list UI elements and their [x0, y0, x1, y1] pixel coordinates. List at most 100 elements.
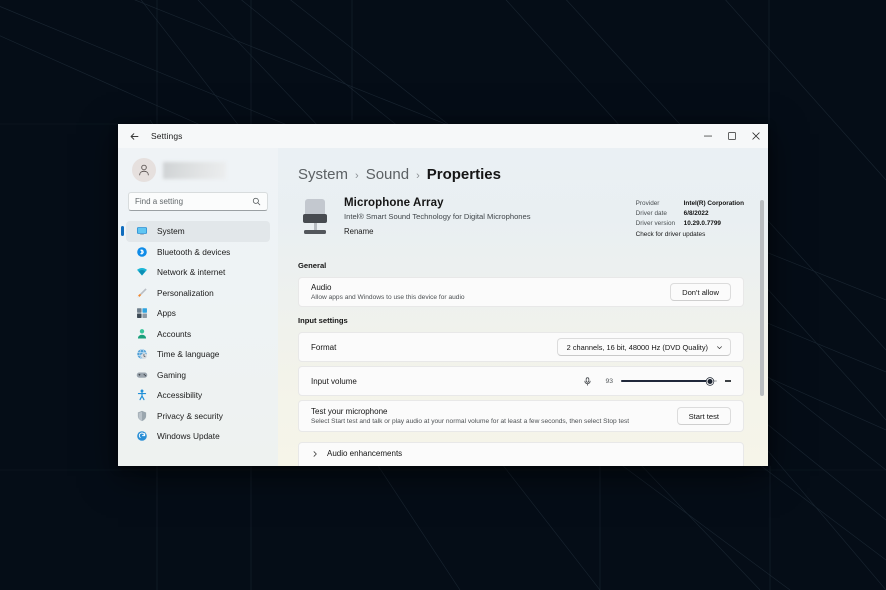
desk-microphone-icon [298, 198, 332, 242]
desktop-background: Settings Find a setting System Bluetooth… [0, 0, 886, 590]
sidebar-item-label: Network & internet [157, 267, 226, 278]
format-title: Format [311, 342, 337, 352]
sidebar-item-accounts[interactable]: Accounts [126, 324, 270, 345]
window-body: System Bluetooth & devices Network & int… [118, 148, 768, 466]
sidebar-item-label: Personalization [157, 287, 214, 298]
input-volume-title: Input volume [311, 376, 357, 386]
slider-thumb[interactable] [706, 377, 714, 385]
device-header: Microphone Array Intel® Smart Sound Tech… [298, 197, 744, 258]
sidebar-item-gaming[interactable]: Gaming [126, 365, 270, 386]
format-card: Format 2 channels, 16 bit, 48000 Hz (DVD… [298, 332, 744, 362]
audio-setting-action: Don't allow [670, 283, 731, 301]
dont-allow-button[interactable]: Don't allow [670, 283, 731, 301]
scrollbar-thumb[interactable] [760, 200, 764, 396]
input-volume-value: 93 [605, 377, 613, 385]
rename-link[interactable]: Rename [344, 227, 373, 236]
breadcrumb-sound[interactable]: Sound [366, 166, 409, 183]
maximize-button[interactable] [720, 124, 744, 148]
sidebar: System Bluetooth & devices Network & int… [118, 148, 278, 466]
format-action: 2 channels, 16 bit, 48000 Hz (DVD Qualit… [556, 338, 731, 356]
input-volume-text: Input volume [311, 377, 583, 386]
breadcrumb-system[interactable]: System [298, 166, 348, 183]
sidebar-item-label: System [157, 226, 185, 237]
format-text: Format [311, 343, 557, 352]
close-button[interactable] [744, 124, 768, 148]
test-microphone-subtitle: Select Start test and talk or play audio… [311, 418, 630, 425]
display-monitor-icon [136, 225, 148, 237]
sidebar-item-label: Accessibility [157, 390, 203, 401]
sidebar-item-network-internet[interactable]: Network & internet [126, 262, 270, 283]
chevron-right-icon [313, 451, 317, 457]
apps-grid-icon [136, 307, 148, 319]
audio-setting-card: Audio Allow apps and Windows to use this… [298, 277, 744, 307]
check-driver-updates-link[interactable]: Check for driver updates [636, 230, 744, 240]
sidebar-item-label: Privacy & security [157, 410, 223, 421]
breadcrumb: System › Sound › Properties [298, 148, 744, 197]
sidebar-item-bluetooth-devices[interactable]: Bluetooth & devices [126, 242, 270, 263]
sidebar-item-system[interactable]: System [121, 221, 270, 242]
microphone-icon[interactable] [583, 376, 592, 386]
search-input[interactable] [135, 197, 252, 206]
format-dropdown[interactable]: 2 channels, 16 bit, 48000 Hz (DVD Qualit… [556, 338, 731, 356]
avatar [132, 158, 156, 182]
search-box[interactable] [128, 192, 268, 211]
slider-fill [621, 380, 711, 382]
audio-enhancements-title: Audio enhancements [327, 449, 403, 458]
bluetooth-icon [136, 246, 148, 258]
content-scrollbar[interactable] [760, 200, 764, 462]
shield-icon [136, 410, 148, 422]
sidebar-item-personalization[interactable]: Personalization [126, 283, 270, 304]
device-description: Intel® Smart Sound Technology for Digita… [344, 212, 531, 221]
person-icon [136, 328, 148, 340]
sidebar-item-accessibility[interactable]: Accessibility [126, 385, 270, 406]
audio-setting-title: Audio [311, 283, 332, 292]
driver-info: Provider Intel(R) Corporation Driver dat… [636, 197, 744, 240]
sidebar-item-privacy-security[interactable]: Privacy & security [126, 406, 270, 427]
sidebar-item-label: Gaming [157, 369, 187, 380]
person-icon [139, 164, 149, 176]
driver-provider-value: Intel(R) Corporation [683, 200, 744, 207]
volume-dash-icon[interactable] [725, 380, 731, 382]
window-titlebar[interactable]: Settings [118, 124, 768, 148]
device-name: Microphone Array [344, 197, 444, 209]
sidebar-item-label: Bluetooth & devices [157, 246, 231, 257]
test-microphone-title: Test your microphone [311, 407, 388, 416]
back-button[interactable] [121, 125, 147, 147]
breadcrumb-separator: › [355, 170, 359, 182]
format-selected-value: 2 channels, 16 bit, 48000 Hz (DVD Qualit… [566, 342, 708, 352]
input-volume-slider[interactable] [621, 375, 717, 387]
audio-enhancements-text: Audio enhancements [327, 449, 731, 458]
start-test-button[interactable]: Start test [676, 407, 731, 425]
driver-version-key: Driver version [635, 220, 676, 227]
driver-date-key: Driver date [635, 210, 667, 217]
driver-provider-row: Provider Intel(R) Corporation [636, 199, 744, 209]
gamepad-icon [136, 369, 148, 381]
close-icon [752, 132, 760, 140]
driver-date-value: 6/8/2022 [683, 210, 709, 217]
sidebar-item-label: Time & language [157, 349, 220, 360]
sidebar-item-time-language[interactable]: Time & language [126, 344, 270, 365]
clock-globe-icon [136, 348, 148, 360]
settings-window: Settings Find a setting System Bluetooth… [118, 124, 768, 466]
driver-version-value: 10.29.0.7799 [683, 220, 721, 227]
window-controls [696, 124, 768, 148]
minimize-button[interactable] [696, 124, 720, 148]
chevron-down-icon [717, 345, 722, 349]
paintbrush-icon [136, 287, 148, 299]
sidebar-item-windows-update[interactable]: Windows Update [126, 426, 270, 447]
accessibility-person-icon [136, 389, 148, 401]
breadcrumb-separator: › [416, 170, 420, 182]
audio-enhancements-card[interactable]: Audio enhancements [298, 442, 744, 466]
update-refresh-icon [136, 430, 148, 442]
audio-setting-text: Audio Allow apps and Windows to use this… [311, 283, 670, 301]
sidebar-item-apps[interactable]: Apps [126, 303, 270, 324]
sidebar-nav: System Bluetooth & devices Network & int… [121, 221, 270, 447]
input-volume-control: 93 [583, 375, 731, 387]
driver-date-row: Driver date 6/8/2022 [636, 209, 744, 219]
user-profile[interactable] [126, 148, 270, 190]
maximize-icon [728, 132, 736, 140]
sidebar-item-label: Apps [157, 308, 176, 319]
input-settings-section-label: Input settings [298, 316, 348, 325]
sidebar-item-label: Accounts [157, 328, 192, 339]
minimize-icon [704, 135, 712, 137]
